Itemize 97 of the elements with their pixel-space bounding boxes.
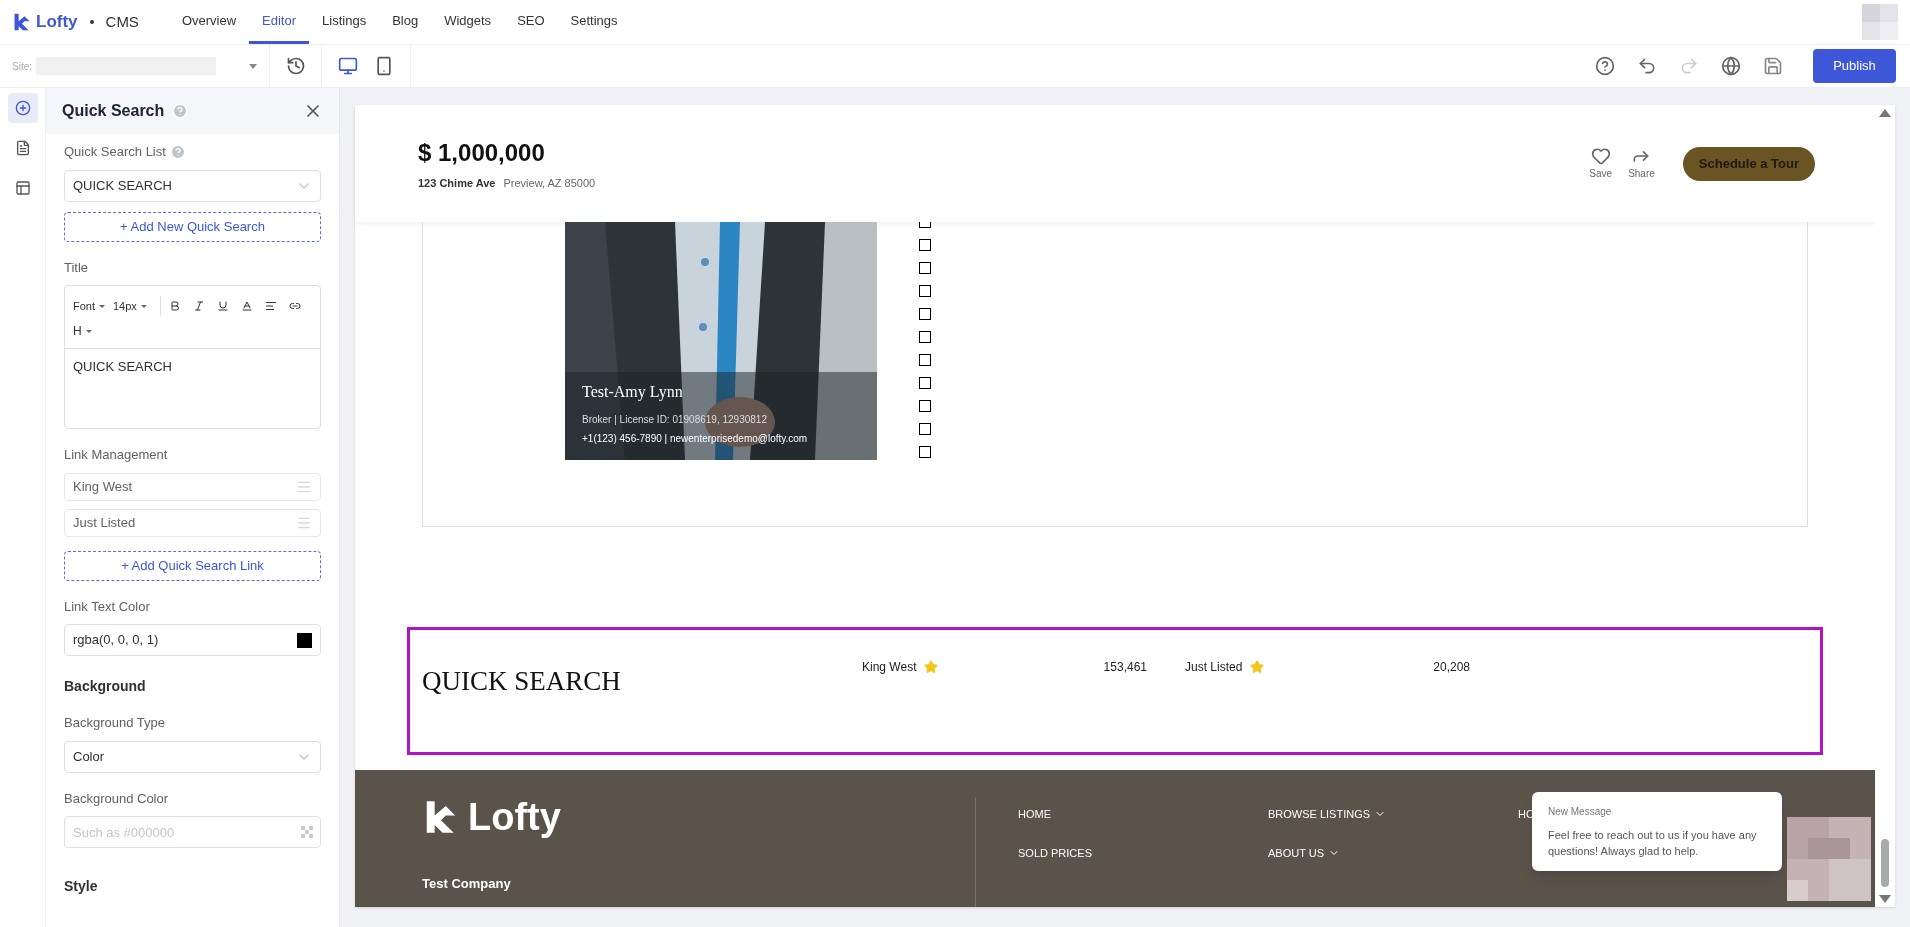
star-icon: [924, 660, 939, 674]
checkbox[interactable]: [919, 400, 931, 412]
checkbox[interactable]: [919, 262, 931, 274]
publish-button[interactable]: Publish: [1813, 49, 1896, 83]
dropdown-field[interactable]: QUICK SEARCH: [64, 169, 321, 202]
footer-link[interactable]: HOME: [1018, 806, 1051, 823]
nav-tab[interactable]: Overview: [168, 0, 250, 44]
brand-name: Lofty: [36, 11, 78, 34]
heading-dropdown[interactable]: H: [73, 322, 92, 340]
link-item[interactable]: King West: [64, 472, 321, 501]
color-swatch[interactable]: [297, 632, 312, 648]
section-heading: Style: [64, 877, 99, 896]
checkbox[interactable]: [919, 377, 931, 389]
caret-icon: [140, 304, 147, 308]
section-heading: Background: [64, 677, 147, 696]
save-icon[interactable]: [1763, 56, 1783, 76]
section-title: QUICK SEARCH: [422, 665, 622, 698]
globe-icon[interactable]: [1721, 56, 1741, 76]
help-icon[interactable]: [1595, 56, 1615, 76]
quick-search-link[interactable]: King West: [862, 658, 917, 676]
site-label: Site:: [12, 59, 32, 74]
font-dropdown[interactable]: Font: [73, 297, 113, 315]
caret-icon: [85, 329, 92, 333]
caret-icon: [249, 63, 257, 69]
background-color-field[interactable]: Such as #000000: [64, 816, 321, 848]
footer-link[interactable]: SOLD PRICES: [1018, 844, 1092, 861]
street-address: 123 Chime Ave: [418, 176, 496, 192]
scroll-up-icon[interactable]: [1879, 109, 1891, 117]
share-button[interactable]: Share: [1628, 146, 1655, 181]
save-button[interactable]: Save: [1589, 146, 1613, 181]
color-value: rgba(0, 0, 0, 1): [73, 631, 159, 650]
panel-title: Quick Search: [62, 101, 165, 121]
chat-title: New Message: [1548, 805, 1613, 819]
product-name: CMS: [105, 11, 139, 32]
agent-name: Test-Amy Lynn: [582, 382, 684, 403]
chat-dialog[interactable]: New Message Feel free to reach out to us if you have any questions! Always glad to help.: [1532, 792, 1782, 871]
size-dropdown[interactable]: 14px: [113, 297, 147, 315]
chat-message: Feel free to reach out to us if you have any questions! Always glad to help.: [1548, 828, 1758, 859]
dropdown-field[interactable]: Color: [64, 740, 321, 773]
link-icon[interactable]: [289, 300, 301, 312]
scrollbar-thumb[interactable]: [1881, 839, 1889, 887]
dropdown-value: Color: [73, 747, 105, 766]
link-color-field[interactable]: rgba(0, 0, 0, 1): [64, 624, 321, 656]
field-label: Link Management: [64, 446, 169, 464]
nav-tab[interactable]: Editor: [249, 0, 310, 44]
field-label: Quick Search List: [64, 143, 166, 161]
quick-search-link[interactable]: Just Listed: [1185, 658, 1243, 676]
history-icon[interactable]: [285, 56, 306, 76]
footer-logo-text: Lofty: [468, 798, 561, 836]
mobile-view-icon[interactable]: [374, 56, 394, 76]
heart-icon: [1590, 146, 1611, 166]
editor-text: QUICK SEARCH: [65, 348, 320, 428]
nav-tab[interactable]: Widgets: [431, 0, 505, 44]
footer-link[interactable]: BROWSE LISTINGS: [1268, 806, 1387, 823]
dropdown-value: QUICK SEARCH: [73, 176, 172, 195]
company-name: Test Company: [422, 875, 512, 893]
nav-tab[interactable]: Listings: [309, 0, 380, 44]
link-item[interactable]: Just Listed: [64, 508, 321, 537]
checkbox[interactable]: [919, 423, 931, 435]
agent-license: Broker | License ID: 01908619, 12930812: [582, 413, 768, 427]
add-link-button[interactable]: + Add Quick Search Link: [64, 550, 321, 581]
italic-icon[interactable]: [193, 300, 205, 312]
checkbox[interactable]: [919, 285, 931, 297]
quick-search-section[interactable]: QUICK SEARCH King West 153,461 Just Listed 20,208: [407, 627, 1823, 755]
footer-link[interactable]: ABOUT US: [1268, 844, 1341, 861]
checkbox[interactable]: [919, 308, 931, 320]
bold-icon[interactable]: [169, 300, 181, 312]
field-label: Title: [64, 258, 90, 277]
add-tool-icon[interactable]: [7, 93, 38, 123]
rich-text-editor[interactable]: Font 14px H QUICK SEARCH: [64, 285, 321, 429]
align-icon[interactable]: [265, 300, 277, 312]
text-color-icon[interactable]: [241, 300, 253, 312]
city-address: Preview, AZ 85000: [503, 176, 596, 192]
nav-tab[interactable]: Blog: [379, 0, 432, 44]
star-icon: [1250, 660, 1265, 674]
listing-count: 153,461: [1103, 659, 1147, 676]
field-label: Link Text Color: [64, 597, 151, 616]
caret-icon: [99, 304, 105, 308]
underline-icon[interactable]: [217, 300, 229, 312]
listing-price: $ 1,000,000: [418, 138, 546, 169]
checkbox[interactable]: [919, 354, 931, 366]
scroll-down-icon[interactable]: [1879, 895, 1891, 903]
field-label: Background Type: [64, 714, 166, 732]
field-label: Background Color: [64, 789, 170, 808]
checkbox[interactable]: [919, 446, 931, 458]
checkbox[interactable]: [919, 239, 931, 251]
agent-contact: +1(123) 456-7890 | newenterprisedemo@lofty.com: [582, 432, 808, 446]
add-quick-search-button[interactable]: + Add New Quick Search: [64, 211, 321, 242]
undo-icon[interactable]: [1637, 56, 1657, 76]
nav-tab[interactable]: SEO: [504, 0, 558, 44]
transparent-swatch-icon[interactable]: [301, 826, 313, 838]
checkbox[interactable]: [919, 331, 931, 343]
logo-icon: [12, 12, 32, 32]
listing-count: 20,208: [1433, 659, 1470, 676]
scrollbar[interactable]: [1875, 105, 1895, 907]
nav-tab[interactable]: Settings: [557, 0, 631, 44]
desktop-view-icon[interactable]: [338, 56, 358, 76]
